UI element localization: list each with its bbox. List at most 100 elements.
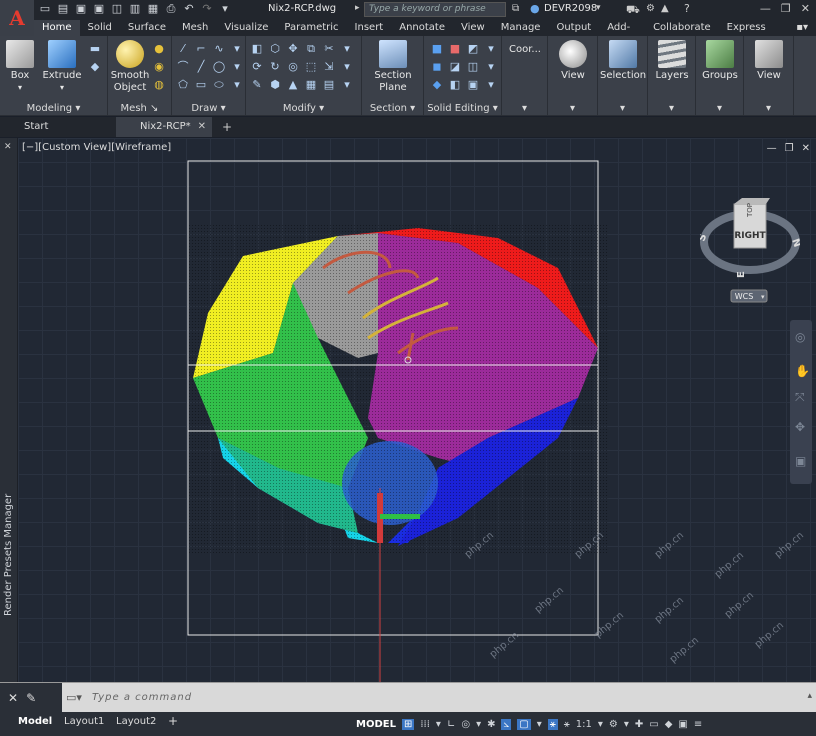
fillet-dropdown-icon[interactable]: ▾: [340, 60, 354, 74]
auto-scale-icon[interactable]: ⚹: [564, 719, 570, 730]
panel-coordinates-dropdown-icon[interactable]: ▾: [502, 103, 547, 114]
groups-button[interactable]: Groups: [700, 40, 740, 82]
viewport-minimize-icon[interactable]: —: [767, 143, 777, 154]
panel-close-icon[interactable]: ✕: [4, 142, 12, 152]
arc-icon[interactable]: ⌒: [176, 60, 190, 74]
view-button-2[interactable]: View: [750, 40, 788, 82]
ray-icon[interactable]: ╱: [194, 60, 208, 74]
align-icon[interactable]: ▲: [286, 78, 300, 92]
workspace-gear-icon[interactable]: ⚙: [609, 719, 618, 730]
panel-selection-dropdown-icon[interactable]: ▾: [598, 103, 647, 114]
viewcube-face-top[interactable]: TOP: [746, 203, 754, 218]
rotate-icon[interactable]: ↻: [268, 60, 282, 74]
search-input[interactable]: Type a keyword or phrase: [364, 2, 506, 17]
mesh-crease-icon[interactable]: ◍: [152, 78, 166, 92]
intersect-icon[interactable]: ◼: [430, 60, 444, 74]
array-3d-icon[interactable]: ⬡: [268, 42, 282, 56]
object-snap-dropdown-icon[interactable]: ▾: [537, 719, 542, 730]
user-name[interactable]: DEVR2098: [544, 3, 597, 14]
offset-icon[interactable]: ▦: [304, 78, 318, 92]
trim-icon[interactable]: ✂: [322, 42, 336, 56]
annotation-scale[interactable]: 1:1: [576, 719, 592, 730]
tab-manage[interactable]: Manage: [493, 20, 549, 36]
recent-commands-icon[interactable]: ▭▾: [66, 691, 82, 704]
open-icon[interactable]: ▤: [56, 2, 70, 16]
extract-dropdown-icon[interactable]: ▾: [484, 78, 498, 92]
save-icon[interactable]: ▣: [74, 2, 88, 16]
panel-label-section[interactable]: Section ▾: [362, 103, 423, 114]
shell-dropdown-icon[interactable]: ▾: [484, 60, 498, 74]
zoom-extents-icon[interactable]: ⤧: [795, 390, 805, 405]
panel-layers-dropdown-icon[interactable]: ▾: [648, 103, 695, 114]
panel-label-modify[interactable]: Modify ▾: [246, 103, 361, 114]
interfere-icon[interactable]: ◆: [430, 78, 444, 92]
tab-add-ins[interactable]: Add-ins: [599, 20, 645, 49]
draw-more-icon[interactable]: ▾: [230, 42, 244, 56]
ellipse-dropdown-icon[interactable]: ▾: [230, 78, 244, 92]
command-close-icon[interactable]: ✕: [8, 691, 18, 705]
box-button[interactable]: Box ▾: [4, 40, 36, 94]
array-dropdown-icon[interactable]: ▾: [340, 78, 354, 92]
print-icon[interactable]: ⎙: [164, 2, 178, 16]
new-tab-icon[interactable]: +: [222, 120, 232, 134]
orbit-icon[interactable]: ✥: [795, 420, 805, 434]
grid-icon[interactable]: ⊞: [401, 718, 415, 730]
new-icon[interactable]: ▭: [38, 2, 52, 16]
array-icon[interactable]: ▤: [322, 78, 336, 92]
restore-icon[interactable]: ❐: [781, 2, 791, 15]
tab-express-tools[interactable]: Express Tools: [719, 20, 789, 49]
panel-view-1-dropdown-icon[interactable]: ▾: [548, 103, 597, 114]
save-as-icon[interactable]: ▣: [92, 2, 106, 16]
circle-dropdown-icon[interactable]: ▾: [230, 60, 244, 74]
stretch-icon[interactable]: ⇲: [322, 60, 336, 74]
mirror-icon[interactable]: ◧: [250, 42, 264, 56]
exchange-icon[interactable]: ⚙: [646, 3, 655, 14]
isodraft-icon[interactable]: ✱: [487, 719, 495, 730]
coordinates-button[interactable]: Coor...: [506, 44, 544, 56]
viewport-restore-icon[interactable]: ❐: [785, 143, 794, 154]
extract-edges-icon[interactable]: ▣: [466, 78, 480, 92]
presspull-icon[interactable]: ◆: [88, 60, 102, 74]
panel-label-draw[interactable]: Draw ▾: [172, 103, 245, 114]
a360-icon[interactable]: ▲: [661, 3, 669, 14]
object-snap-icon[interactable]: ▢: [517, 718, 531, 730]
plot-icon[interactable]: ▥: [128, 2, 142, 16]
panel-label-solid-editing[interactable]: Solid Editing ▾: [424, 103, 501, 114]
tab-drawing[interactable]: Nix2-RCP* ✕: [116, 117, 212, 137]
panel-groups-dropdown-icon[interactable]: ▾: [696, 103, 743, 114]
extrude-button[interactable]: Extrude ▾: [42, 40, 82, 94]
slice-icon[interactable]: ◪: [448, 60, 462, 74]
wcs-dropdown-icon[interactable]: ▾: [761, 293, 765, 301]
steering-wheel-icon[interactable]: ◎: [795, 330, 805, 344]
move-icon[interactable]: ✥: [286, 42, 300, 56]
ortho-icon[interactable]: ∟: [447, 719, 455, 730]
cart-icon[interactable]: ⛟: [626, 3, 640, 18]
tab-annotate[interactable]: Annotate: [391, 20, 453, 36]
section-plane-button[interactable]: Section Plane: [370, 40, 416, 94]
circle-icon[interactable]: ◯: [212, 60, 226, 74]
tab-solid[interactable]: Solid: [80, 20, 120, 36]
panel-label-mesh[interactable]: Mesh ↘: [108, 103, 171, 114]
tab-layout2[interactable]: Layout2: [116, 716, 156, 727]
layers-button[interactable]: Layers: [652, 40, 692, 82]
tab-output[interactable]: Output: [548, 20, 599, 36]
isolate-objects-icon[interactable]: ◆: [665, 719, 673, 730]
view-button[interactable]: View: [554, 40, 592, 82]
panel-view-2-dropdown-icon[interactable]: ▾: [744, 103, 793, 114]
polyline-icon[interactable]: ⌐: [194, 42, 208, 56]
clean-screen-icon[interactable]: ▣: [678, 719, 687, 730]
rotate-3d-icon[interactable]: ⟳: [250, 60, 264, 74]
model-space-button[interactable]: MODEL: [356, 719, 396, 730]
customize-icon[interactable]: ≡: [694, 719, 702, 730]
polysolid-icon[interactable]: ▬: [88, 42, 102, 56]
user-dropdown-icon[interactable]: ▾: [596, 3, 601, 13]
ellipse-icon[interactable]: ⬭: [212, 78, 226, 92]
erase-icon[interactable]: ✎: [250, 78, 264, 92]
render-presets-label[interactable]: Render Presets Manager: [3, 494, 14, 616]
tab-collaborate[interactable]: Collaborate: [645, 20, 719, 36]
subtract-icon[interactable]: ■: [448, 42, 462, 56]
qat-dropdown-icon[interactable]: ▾: [218, 2, 232, 16]
close-icon[interactable]: ✕: [801, 2, 810, 15]
smooth-object-button[interactable]: Smooth Object: [110, 40, 150, 94]
rectangle-icon[interactable]: ▭: [194, 78, 208, 92]
